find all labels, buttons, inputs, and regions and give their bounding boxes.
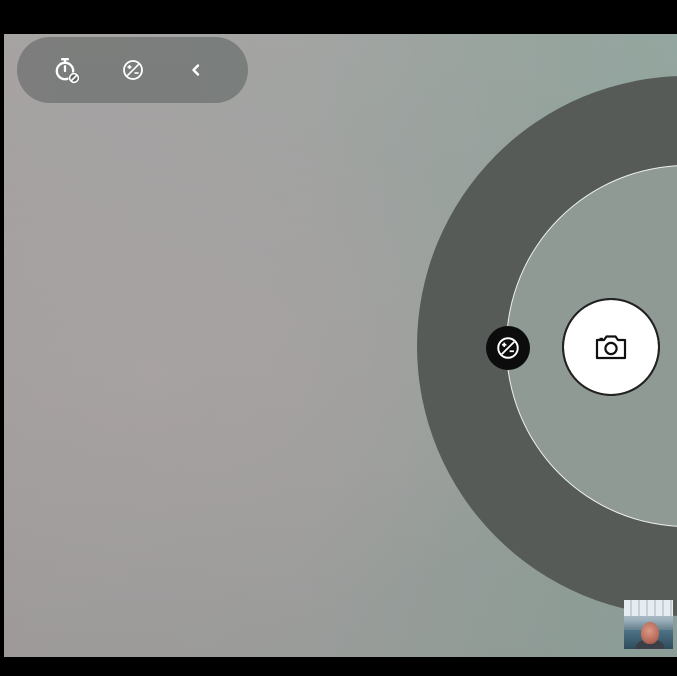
thumbnail-ceiling	[624, 600, 673, 616]
collapse-options-button[interactable]	[174, 37, 218, 103]
timer-off-icon	[55, 58, 80, 84]
bottom-letterbox-bar	[0, 657, 677, 676]
shutter-button[interactable]	[562, 298, 660, 396]
exposure-button[interactable]	[111, 37, 155, 103]
camera-icon	[595, 335, 627, 360]
chevron-left-icon	[192, 64, 200, 76]
exposure-icon	[123, 60, 143, 80]
thumbnail-person-face	[641, 622, 659, 644]
last-photo-thumbnail[interactable]	[624, 600, 673, 649]
exposure-icon	[497, 337, 519, 359]
camera-app	[0, 0, 677, 676]
ring-exposure-button[interactable]	[486, 326, 530, 370]
top-letterbox-bar	[0, 0, 677, 34]
quick-options-bar	[17, 37, 248, 103]
timer-button[interactable]	[45, 37, 89, 103]
